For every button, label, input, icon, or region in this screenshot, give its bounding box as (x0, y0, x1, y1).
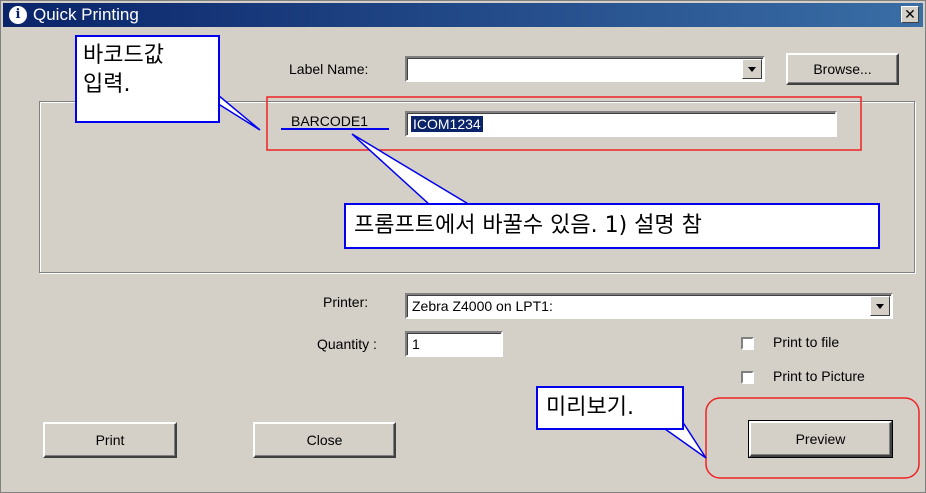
preview-note-callout: 미리보기. (536, 386, 684, 430)
prompt-note-callout: 프롬프트에서 바꿀수 있음. 1) 설명 참 (344, 203, 880, 249)
callout-pointer-prompt (351, 133, 473, 206)
barcode-highlight-box (266, 96, 862, 151)
barcode-input-callout: 바코드값 입력. (75, 35, 220, 123)
preview-highlight-box (705, 397, 920, 479)
